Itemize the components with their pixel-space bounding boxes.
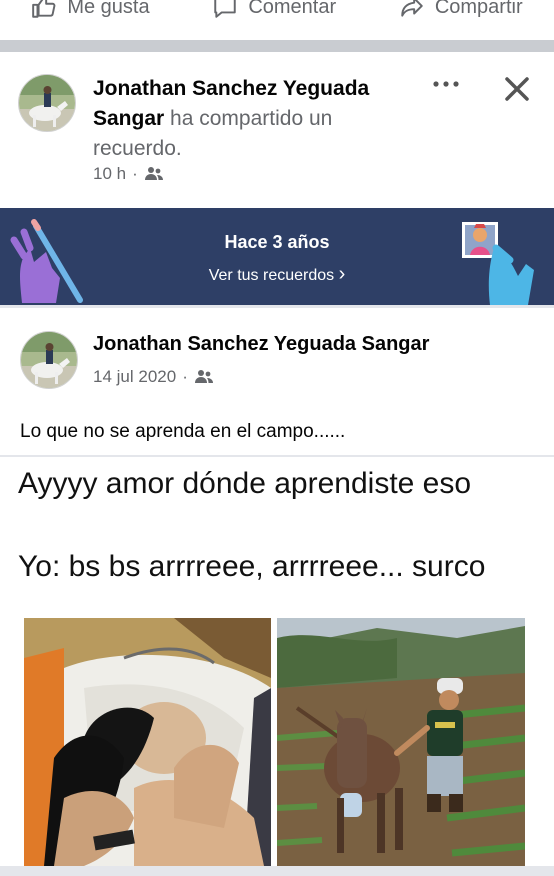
post-action-bar: Me gusta Comentar Compartir — [0, 0, 554, 38]
bottom-border — [0, 866, 554, 876]
feed-divider — [0, 40, 554, 52]
close-icon — [505, 77, 529, 101]
meme-text-line-2: Yo: bs bs arrrreee, arrrreee... surco — [18, 550, 486, 583]
share-title: Jonathan Sanchez Yeguada Sangar ha compa… — [93, 74, 413, 164]
meme-text-line-1: Ayyyy amor dónde aprendiste eso — [18, 467, 472, 500]
meta-separator: · — [132, 164, 138, 183]
content-divider — [0, 455, 554, 457]
post-meta: 14 jul 2020 · — [93, 367, 214, 387]
comment-label: Comentar — [248, 0, 337, 18]
comment-icon — [214, 0, 237, 18]
share-time[interactable]: 10 h — [93, 164, 126, 184]
share-button[interactable]: Compartir — [399, 0, 523, 20]
close-button[interactable] — [500, 72, 534, 106]
avatar[interactable] — [20, 331, 78, 389]
share-arrow-icon — [401, 0, 423, 17]
friends-icon — [194, 370, 213, 383]
chevron-right-icon: › — [338, 263, 346, 285]
post-text: Lo que no se aprenda en el campo...... — [20, 421, 346, 442]
memory-post: Jonathan Sanchez Yeguada Sangar 14 jul 2… — [0, 305, 554, 876]
meme-photo-farmer-plowing[interactable] — [277, 618, 525, 866]
more-options-button[interactable] — [430, 74, 462, 94]
share-meta: 10 h · — [93, 164, 164, 184]
memory-share-header: Jonathan Sanchez Yeguada Sangar ha compa… — [0, 52, 554, 208]
avatar[interactable] — [18, 74, 76, 132]
more-dots-icon — [433, 81, 459, 87]
friends-icon — [144, 167, 163, 180]
meta-separator: · — [182, 367, 188, 386]
meme-photo-woman[interactable] — [24, 618, 271, 866]
memory-banner[interactable]: Hace 3 años Ver tus recuerdos › — [0, 208, 554, 305]
thumbs-up-icon — [32, 0, 56, 18]
share-label: Compartir — [434, 0, 523, 18]
comment-button[interactable]: Comentar — [212, 0, 336, 20]
post-author-name[interactable]: Jonathan Sanchez Yeguada Sangar — [93, 333, 429, 356]
hand-photo-illustration — [462, 222, 534, 305]
see-memories-label: Ver tus recuerdos — [208, 267, 335, 284]
like-label: Me gusta — [67, 0, 150, 18]
hand-pencil-illustration — [10, 219, 83, 303]
like-button[interactable]: Me gusta — [31, 0, 150, 20]
post-top-border — [0, 305, 554, 308]
post-date[interactable]: 14 jul 2020 — [93, 367, 176, 387]
